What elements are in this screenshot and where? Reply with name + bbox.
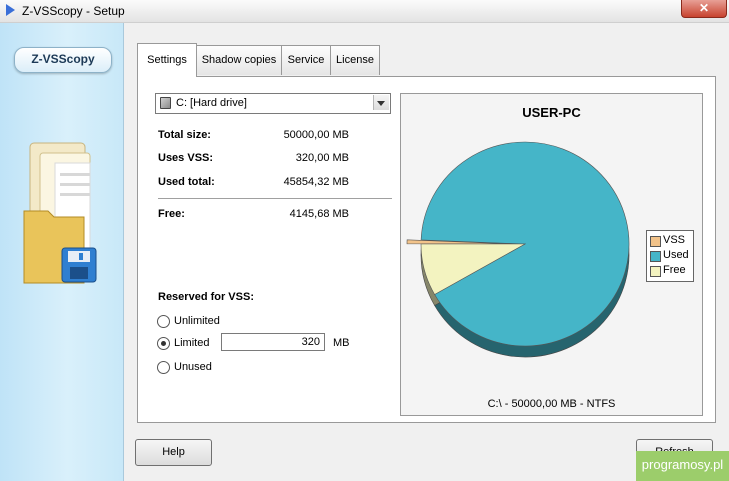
- legend-label-free: Free: [663, 264, 686, 276]
- sidebar: Z-VSScopy: [0, 23, 124, 481]
- chevron-down-icon[interactable]: [373, 95, 389, 110]
- used-total-label: Used total:: [158, 176, 215, 188]
- free-label: Free:: [158, 208, 185, 220]
- drive-select-value: C: [Hard drive]: [176, 97, 247, 109]
- radio-limited-label[interactable]: Limited: [174, 337, 209, 349]
- brand-button[interactable]: Z-VSScopy: [14, 47, 112, 73]
- legend-swatch-vss: [650, 236, 661, 247]
- folder-illustration-icon: [23, 142, 97, 284]
- settings-panel: C: [Hard drive] Total size: 50000,00 MB …: [137, 76, 716, 423]
- uses-vss-label: Uses VSS:: [158, 152, 214, 164]
- legend-swatch-used: [650, 251, 661, 262]
- total-size-label: Total size:: [158, 129, 211, 141]
- tab-license[interactable]: License: [330, 45, 380, 75]
- tab-settings[interactable]: Settings: [137, 43, 197, 77]
- limit-input[interactable]: [221, 333, 325, 351]
- used-total-value: 45854,32 MB: [283, 176, 349, 188]
- legend-label-vss: VSS: [663, 234, 686, 246]
- hard-drive-icon: [160, 97, 171, 109]
- uses-vss-value: 320,00 MB: [295, 152, 349, 164]
- radio-unused[interactable]: [157, 361, 170, 374]
- radio-unused-label[interactable]: Unused: [174, 361, 212, 373]
- setup-window: Z-VSScopy - Setup ✕ Z-VSScopy Settings S…: [0, 0, 729, 481]
- legend-label-used: Used: [663, 249, 689, 261]
- radio-limited[interactable]: [157, 337, 170, 350]
- title-bar: Z-VSScopy - Setup ✕: [0, 0, 729, 23]
- chart-legend: VSS Used Free: [646, 230, 694, 282]
- close-button[interactable]: ✕: [681, 0, 727, 18]
- reserved-for-vss-label: Reserved for VSS:: [158, 291, 254, 303]
- window-title: Z-VSScopy - Setup: [22, 4, 125, 18]
- tab-shadow-copies[interactable]: Shadow copies: [196, 45, 282, 75]
- total-size-value: 50000,00 MB: [283, 129, 349, 141]
- chart-footer: C:\ - 50000,00 MB - NTFS: [487, 398, 616, 410]
- free-value: 4145,68 MB: [289, 208, 349, 220]
- help-button[interactable]: Help: [135, 439, 212, 466]
- limit-unit-label: MB: [333, 337, 350, 349]
- legend-swatch-free: [650, 266, 661, 277]
- drive-select[interactable]: C: [Hard drive]: [155, 93, 391, 114]
- disk-usage-chart: USER-PC VSS Used Free C:\ - 50000,00 MB …: [400, 93, 703, 416]
- watermark: programosy.pl: [636, 451, 729, 481]
- radio-unlimited-label[interactable]: Unlimited: [174, 315, 220, 327]
- separator: [158, 198, 392, 199]
- app-icon: [6, 4, 15, 16]
- tab-service[interactable]: Service: [281, 45, 331, 75]
- radio-unlimited[interactable]: [157, 315, 170, 328]
